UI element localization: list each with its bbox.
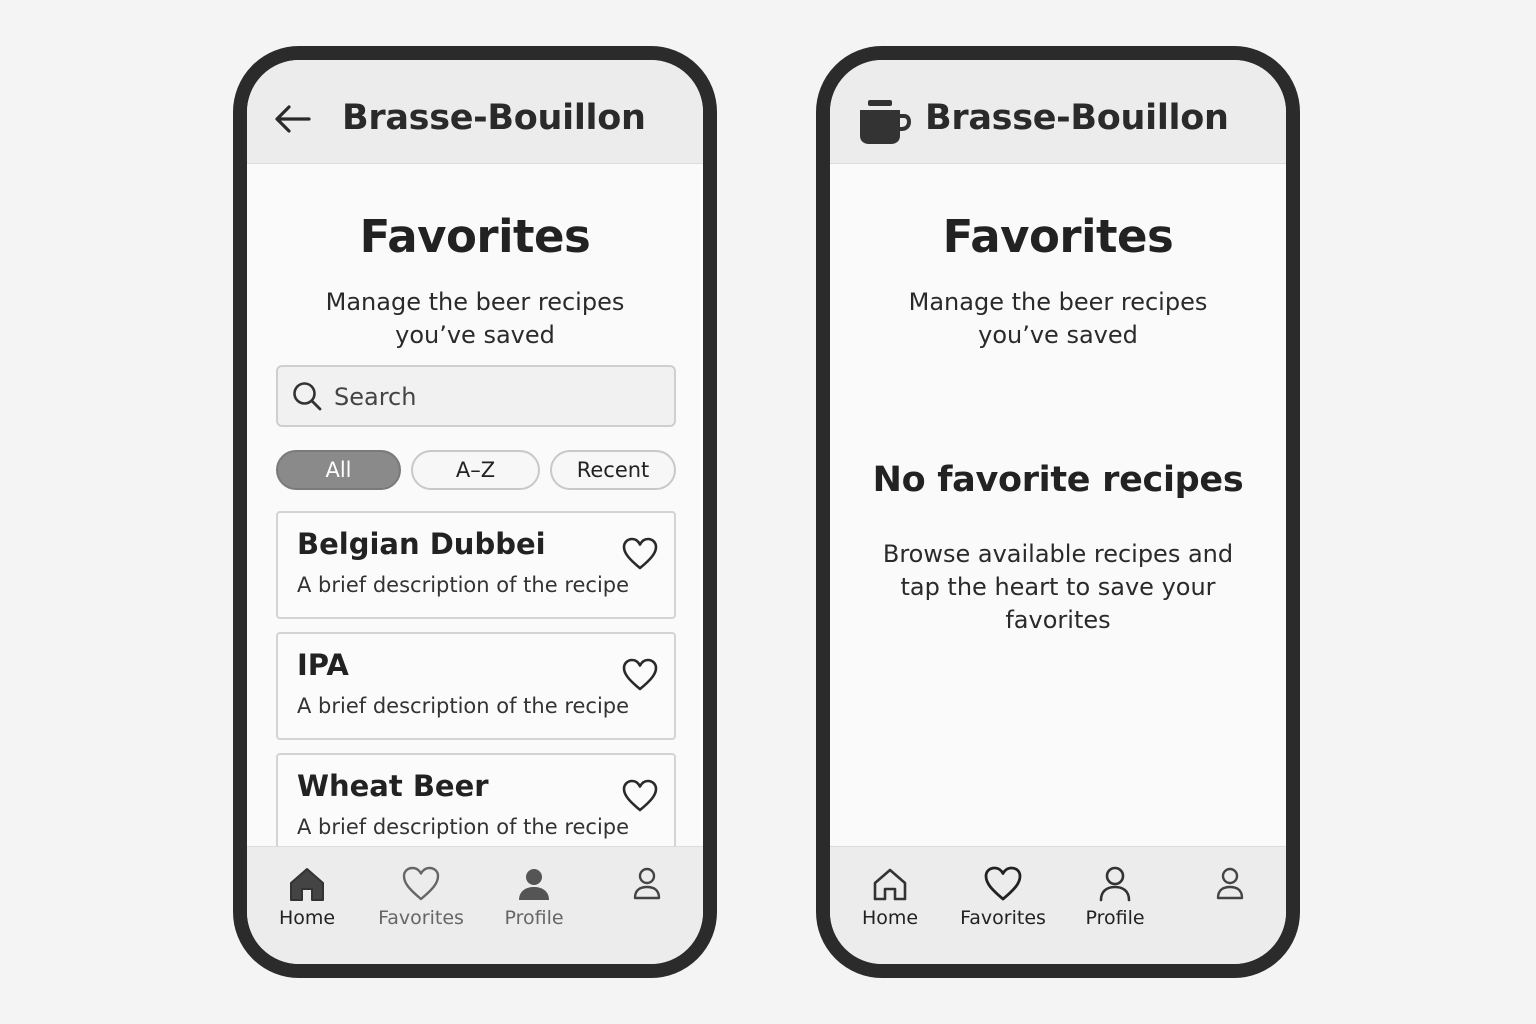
recipe-card[interactable]: IPA A brief description of the recipe xyxy=(276,632,676,740)
bottom-nav: Home Favorites Profile xyxy=(830,846,1286,964)
recipe-description: A brief description of the recipe xyxy=(297,815,630,839)
heart-outline-icon[interactable] xyxy=(622,779,658,813)
search-box[interactable] xyxy=(276,365,676,427)
app-title: Brasse-Bouillon xyxy=(925,98,1229,138)
heart-outline-icon[interactable] xyxy=(622,658,658,692)
recipe-name: IPA xyxy=(297,648,349,682)
nav-item-profile[interactable]: Profile xyxy=(1060,865,1170,929)
nav-item-account[interactable] xyxy=(1175,865,1285,907)
page-subtitle: Manage the beer recipes you’ve saved xyxy=(325,288,625,349)
back-arrow-icon[interactable] xyxy=(273,104,313,134)
recipe-description: A brief description of the recipe xyxy=(297,694,630,718)
nav-item-favorites[interactable]: Favorites xyxy=(948,865,1058,929)
nav-label: Home xyxy=(861,907,919,929)
heart-outline-icon xyxy=(984,866,1022,901)
brew-pot-icon xyxy=(860,100,912,144)
nav-item-account[interactable] xyxy=(592,865,702,907)
page-subtitle: Manage the beer recipes you’ve saved xyxy=(908,288,1208,349)
home-outline-icon xyxy=(873,868,907,901)
nav-item-home[interactable]: Home xyxy=(252,865,362,929)
user-outline-icon xyxy=(633,867,661,900)
nav-item-home[interactable]: Home xyxy=(835,865,945,929)
search-icon xyxy=(293,382,322,411)
filter-chip-all[interactable]: All xyxy=(276,450,401,490)
user-outline-icon xyxy=(1099,866,1131,902)
nav-item-profile[interactable]: Profile xyxy=(479,865,589,929)
app-header: Brasse-Bouillon xyxy=(830,60,1286,164)
nav-label: Home xyxy=(278,907,336,929)
nav-label: Favorites xyxy=(378,907,464,929)
search-input[interactable] xyxy=(334,379,654,415)
app-title: Brasse-Bouillon xyxy=(342,98,646,138)
nav-label: Profile xyxy=(504,907,564,929)
bottom-nav: Home Favorites Profile xyxy=(247,846,703,964)
recipe-card[interactable]: Wheat Beer A brief description of the re… xyxy=(276,753,676,861)
recipe-name: Wheat Beer xyxy=(297,769,489,803)
page-title: Favorites xyxy=(942,210,1174,263)
heart-outline-icon[interactable] xyxy=(622,537,658,571)
nav-label: Favorites xyxy=(960,907,1046,929)
nav-item-favorites[interactable]: Favorites xyxy=(366,865,476,929)
phone-screen-favorites-list: Brasse-Bouillon Favorites Manage the bee… xyxy=(233,46,717,978)
heart-outline-icon xyxy=(402,866,440,901)
empty-state-title: No favorite recipes xyxy=(872,460,1244,500)
page-title: Favorites xyxy=(359,210,591,263)
filter-chip-a-z[interactable]: A–Z xyxy=(411,450,540,490)
recipe-name: Belgian Dubbei xyxy=(297,527,546,561)
recipe-description: A brief description of the recipe xyxy=(297,573,630,597)
filter-chip-recent[interactable]: Recent xyxy=(550,450,676,490)
user-filled-icon xyxy=(519,869,549,900)
recipe-card[interactable]: Belgian Dubbei A brief description of th… xyxy=(276,511,676,619)
nav-label: Profile xyxy=(1085,907,1145,929)
home-filled-icon xyxy=(290,868,324,901)
empty-state-text: Browse available recipes and tap the hea… xyxy=(882,540,1234,634)
phone-screen-favorites-empty: Brasse-Bouillon Favorites Manage the bee… xyxy=(816,46,1300,978)
user-outline-icon xyxy=(1216,867,1244,900)
app-header: Brasse-Bouillon xyxy=(247,60,703,164)
